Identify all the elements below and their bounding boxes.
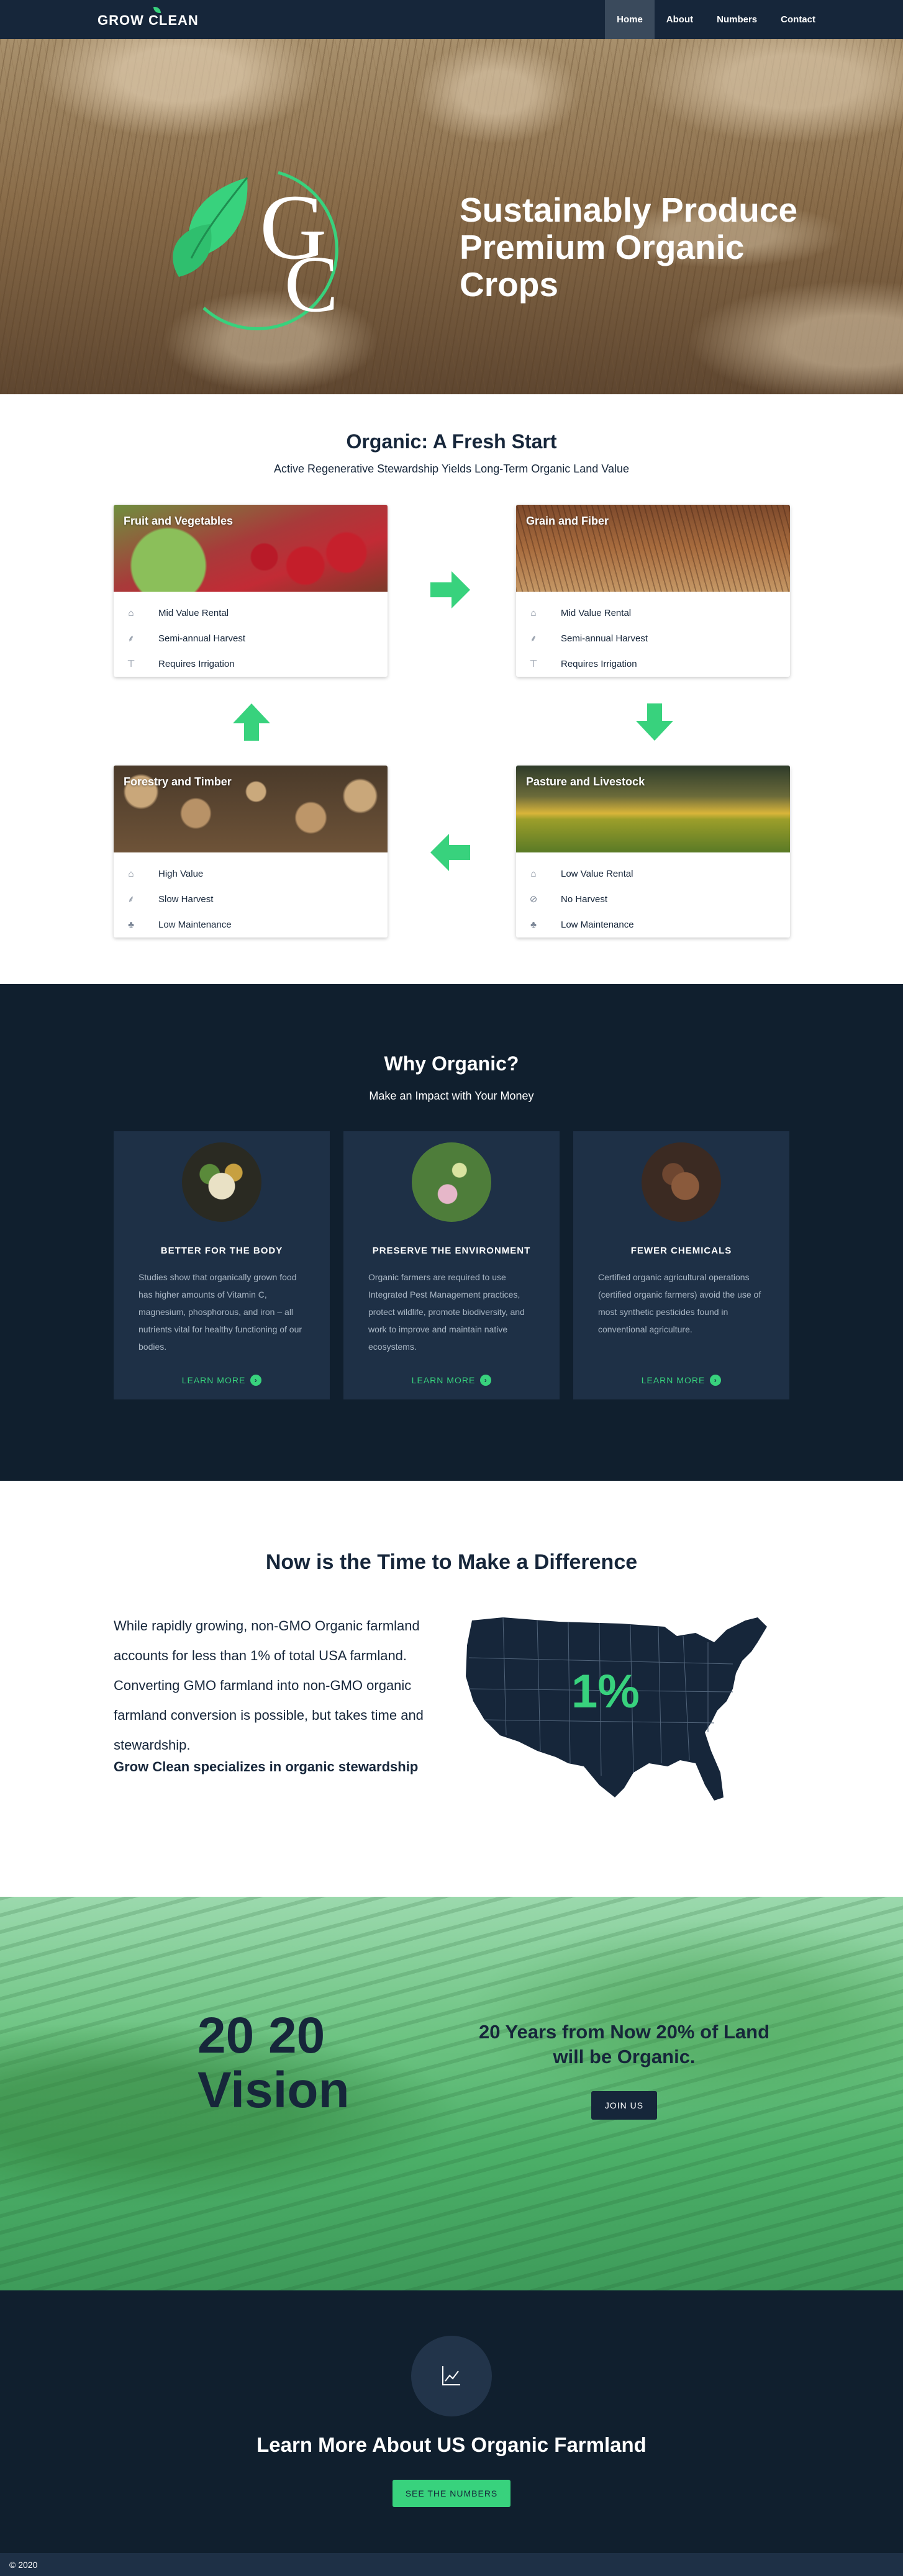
difference-bold: Grow Clean specializes in organic stewar…	[114, 1759, 419, 1774]
vision-line-1: 20 20	[197, 2007, 325, 2064]
section-title: Learn More About US Organic Farmland	[256, 2433, 647, 2456]
card-item: ♣ Low Maintenance	[529, 912, 790, 938]
section-subtitle: Active Regenerative Stewardship Yields L…	[274, 463, 629, 475]
home-icon: ⌂	[530, 868, 537, 879]
card-image: Grain and Fiber	[516, 505, 790, 592]
learn-more-section: Learn More About US Organic Farmland SEE…	[0, 2290, 903, 2553]
card-item: ⌂ Low Value Rental	[529, 861, 790, 887]
wheat-icon: ⸙	[127, 893, 135, 905]
faucet-icon: ⊤	[529, 658, 538, 669]
vision-headline: 20 20 Vision	[197, 2009, 384, 2118]
join-us-button[interactable]: JOIN US	[591, 2091, 657, 2120]
hero-banner: G C Sustainably Produce Premium Organic …	[0, 39, 903, 394]
soil-hands-photo	[642, 1142, 721, 1222]
arrow-circle-icon: ›	[480, 1375, 492, 1386]
home-icon: ⌂	[128, 607, 134, 618]
card-item: ♣ Low Maintenance	[126, 912, 388, 938]
faucet-icon: ⊤	[127, 658, 135, 669]
benefit-card-chemicals: FEWER CHEMICALS Certified organic agricu…	[573, 1131, 789, 1399]
section-title: Organic: A Fresh Start	[346, 430, 557, 453]
see-numbers-button[interactable]: SEE THE NUMBERS	[393, 2480, 510, 2507]
copyright-text: © 2020	[9, 2560, 38, 2570]
top-navbar: GROW CLEAN Home About Numbers Contact	[0, 0, 903, 39]
benefit-card-environment: PRESERVE THE ENVIRONMENT Organic farmers…	[343, 1131, 560, 1399]
card-image: Forestry and Timber	[114, 766, 388, 852]
arrow-left-icon	[430, 834, 470, 871]
learn-more-link[interactable]: LEARN MORE ›	[573, 1375, 789, 1386]
nav-link-home[interactable]: Home	[605, 0, 655, 39]
section-title: Why Organic?	[384, 1052, 519, 1075]
fresh-start-section: Organic: A Fresh Start Active Regenerati…	[0, 394, 903, 984]
benefit-card-body: BETTER FOR THE BODY Studies show that or…	[114, 1131, 330, 1399]
benefit-heading: FEWER CHEMICALS	[630, 1245, 732, 1256]
card-image: Fruit and Vegetables	[114, 505, 388, 592]
learn-more-link[interactable]: LEARN MORE ›	[114, 1375, 330, 1386]
arrow-circle-icon: ›	[250, 1375, 262, 1386]
logo-letter-c: C	[284, 240, 338, 329]
difference-body: While rapidly growing, non-GMO Organic f…	[114, 1618, 424, 1753]
card-item: ⊤ Requires Irrigation	[529, 658, 637, 669]
wheat-icon: ⸙	[127, 633, 135, 644]
chart-icon-badge	[411, 2336, 492, 2416]
card-item: ⊘ No Harvest	[529, 893, 608, 905]
footer: © 2020	[0, 2553, 903, 2576]
card-item: ⌂ High Value	[126, 861, 388, 887]
card-title: Fruit and Vegetables	[124, 515, 234, 527]
difference-section: Now is the Time to Make a Difference Whi…	[0, 1481, 903, 1897]
brand-name: GROW CLEAN	[98, 12, 199, 28]
nav-link-about[interactable]: About	[655, 0, 705, 39]
seedling-icon: ♣	[530, 919, 537, 930]
card-item: ⸙ Semi-annual Harvest	[529, 626, 790, 651]
section-subtitle: Make an Impact with Your Money	[369, 1090, 534, 1102]
arrow-down-icon	[636, 703, 673, 741]
hero-title: Sustainably Produce Premium Organic Crop…	[460, 191, 798, 304]
flower-photo	[412, 1142, 491, 1222]
vision-statement: 20 Years from Now 20% of Land will be Or…	[478, 2021, 770, 2068]
nav-links: Home About Numbers Contact	[605, 0, 827, 39]
why-organic-section: Why Organic? Make an Impact with Your Mo…	[0, 984, 903, 1481]
card-image: Pasture and Livestock	[516, 766, 790, 852]
land-card-forestry[interactable]: Forestry and Timber ⌂ High Value ⸙ Slow Ha…	[114, 766, 388, 938]
seedling-icon: ♣	[128, 919, 134, 930]
card-item: ⌂ Mid Value Rental	[529, 600, 790, 626]
vision-line-2: Vision	[197, 2062, 350, 2118]
arrow-up-icon	[233, 703, 270, 741]
grow-clean-emblem: G C	[173, 171, 338, 330]
card-title: Grain and Fiber	[526, 515, 609, 527]
chart-icon	[442, 2366, 460, 2385]
no-wheat-icon: ⊘	[529, 893, 538, 905]
land-card-pasture[interactable]: Pasture and Livestock ⌂ Low Value Rental …	[516, 766, 790, 938]
nav-link-numbers[interactable]: Numbers	[705, 0, 769, 39]
usa-map: 1%	[466, 1617, 767, 1801]
benefit-heading: BETTER FOR THE BODY	[160, 1245, 283, 1256]
section-title: Now is the Time to Make a Difference	[265, 1550, 638, 1574]
card-item: ⸙ Semi-annual Harvest	[126, 626, 388, 651]
home-icon: ⌂	[128, 868, 134, 879]
home-icon: ⌂	[530, 607, 537, 618]
card-item: ⌂ Mid Value Rental	[126, 600, 388, 626]
vision-section: 20 20 Vision 20 Years from Now 20% of La…	[0, 1897, 903, 2290]
land-card-fruit[interactable]: Fruit and Vegetables ⌂ Mid Value Rental ⸙…	[114, 505, 388, 677]
benefit-text: Studies show that organically grown food…	[138, 1272, 302, 1352]
wheat-icon: ⸙	[530, 633, 537, 644]
card-item: ⊤ Requires Irrigation	[127, 658, 235, 669]
benefit-text: Organic farmers are required to use Inte…	[368, 1272, 525, 1352]
arrow-right-icon	[430, 571, 470, 608]
card-title: Pasture and Livestock	[526, 775, 645, 788]
card-item: ⸙ Slow Harvest	[126, 887, 388, 912]
map-percentage-label: 1%	[571, 1665, 640, 1718]
arrow-circle-icon: ›	[710, 1375, 722, 1386]
card-title: Forestry and Timber	[124, 775, 232, 788]
learn-more-link[interactable]: LEARN MORE ›	[343, 1375, 560, 1386]
brand-logo[interactable]: GROW CLEAN	[98, 7, 199, 29]
benefit-text: Certified organic agricultural operation…	[598, 1272, 761, 1334]
benefit-heading: PRESERVE THE ENVIRONMENT	[372, 1245, 531, 1256]
land-card-grain[interactable]: Grain and Fiber ⌂ Mid Value Rental ⸙ Semi-…	[516, 505, 790, 677]
food-photo	[182, 1142, 261, 1222]
nav-link-contact[interactable]: Contact	[769, 0, 827, 39]
